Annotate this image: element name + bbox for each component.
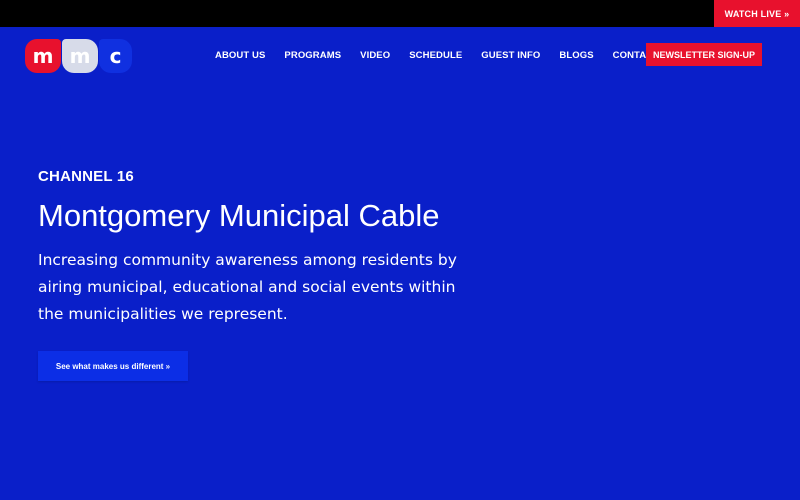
top-bar: WATCH LIVE » bbox=[0, 0, 800, 27]
nav-blogs[interactable]: BLOGS bbox=[559, 50, 593, 61]
main-nav: ABOUT US PROGRAMS VIDEO SCHEDULE GUEST I… bbox=[206, 44, 678, 66]
nav-guest-info[interactable]: GUEST INFO bbox=[481, 50, 540, 61]
nav-video[interactable]: VIDEO bbox=[360, 50, 390, 61]
logo-letter-m2: m bbox=[62, 39, 98, 73]
logo-letter-m1: m bbox=[25, 39, 61, 73]
mmc-logo[interactable]: m m c bbox=[25, 39, 135, 75]
hero-title: Montgomery Municipal Cable bbox=[38, 198, 440, 233]
watch-live-button[interactable]: WATCH LIVE » bbox=[714, 0, 800, 27]
nav-about-us[interactable]: ABOUT US bbox=[215, 50, 265, 61]
nav-programs[interactable]: PROGRAMS bbox=[284, 50, 341, 61]
nav-schedule[interactable]: SCHEDULE bbox=[409, 50, 462, 61]
logo-letter-c: c bbox=[99, 39, 132, 73]
hero-eyebrow: CHANNEL 16 bbox=[38, 168, 134, 185]
hero-description: Increasing community awareness among res… bbox=[38, 251, 457, 323]
newsletter-signup-button[interactable]: NEWSLETTER SIGN-UP bbox=[646, 43, 762, 66]
see-what-makes-us-different-button[interactable]: See what makes us different » bbox=[38, 351, 188, 381]
